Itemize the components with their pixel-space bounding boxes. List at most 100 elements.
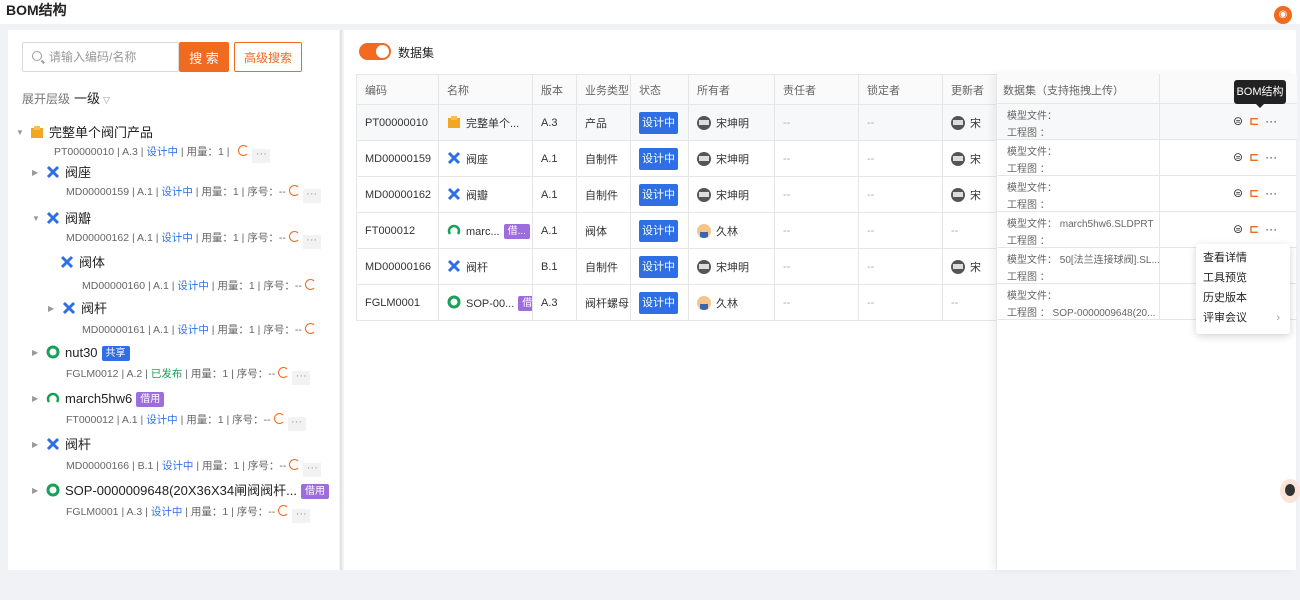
caret-down-icon[interactable]: ▼ — [32, 210, 40, 228]
tree-node-usage: | 用量：1 | 序号：-- — [185, 506, 276, 518]
avatar — [697, 223, 711, 238]
download-icon[interactable]: ⊜ — [1233, 114, 1243, 128]
menu-item-tool-preview[interactable]: 工具预览 — [1196, 268, 1290, 288]
status-text: 设计中 — [146, 414, 178, 426]
tree-node-meta: MD00000160 | A.1 | — [82, 280, 175, 292]
expand-level-select[interactable]: 展开层级 一级 ▽ — [22, 88, 110, 107]
bom-structure-icon[interactable]: ⊏ — [1249, 186, 1259, 200]
refresh-icon[interactable] — [278, 505, 290, 516]
drawing-file[interactable]: 工程图 ： — [1007, 232, 1050, 247]
panel-splitter[interactable] — [340, 30, 342, 570]
caret-right-icon[interactable]: ▶ — [32, 436, 38, 454]
search-button[interactable]: 搜 索 — [179, 42, 229, 72]
more-icon[interactable]: ··· — [1265, 186, 1277, 200]
refresh-icon[interactable] — [288, 231, 300, 242]
refresh-icon[interactable] — [288, 185, 300, 196]
cell-locker: -- — [858, 104, 943, 141]
borrow-tag: 借用 — [136, 392, 165, 407]
column-header[interactable]: 编码 — [356, 74, 439, 105]
model-file[interactable]: 模型文件： march5hw6.SLDPRT — [1007, 215, 1154, 230]
cell-owner: 宋坤明 — [716, 117, 749, 130]
model-file[interactable]: 模型文件： — [1007, 143, 1057, 158]
model-file[interactable]: 模型文件： 50[法兰连接球阀].SL... — [1007, 251, 1160, 266]
menu-item-label: 查看详情 — [1203, 252, 1247, 264]
model-file[interactable]: 模型文件： — [1007, 179, 1057, 194]
more-icon[interactable]: ··· — [1265, 114, 1277, 128]
dataset-toggle[interactable] — [359, 43, 391, 60]
dataset-row[interactable]: 模型文件： march5hw6.SLDPRT 工程图 ： ⊜ ⊏ ··· — [997, 212, 1297, 248]
download-icon[interactable]: ⊜ — [1233, 150, 1243, 164]
status-text: 设计中 — [161, 232, 193, 244]
search-input[interactable]: 请输入编码/名称 — [22, 42, 179, 72]
advanced-search-button[interactable]: 高级搜索 — [234, 42, 302, 72]
caret-right-icon[interactable]: ▶ — [32, 482, 38, 500]
column-header[interactable]: 责任者 — [774, 74, 859, 105]
cell-name[interactable]: 阀杆 — [466, 262, 488, 274]
drawing-file[interactable]: 工程图 ： — [1007, 196, 1050, 211]
bom-structure-icon[interactable]: ⊏ — [1249, 222, 1259, 236]
assistant-avatar-icon[interactable] — [1280, 479, 1300, 503]
column-header[interactable]: 版本 — [532, 74, 577, 105]
column-header[interactable]: 状态 — [630, 74, 689, 105]
more-icon[interactable]: ··· — [292, 509, 311, 523]
dataset-row[interactable]: 模型文件： 工程图 ： ⊜ ⊏ ··· — [997, 176, 1297, 212]
caret-down-icon[interactable]: ▼ — [16, 124, 24, 142]
menu-item-review-meeting[interactable]: 评审会议 › — [1196, 308, 1290, 328]
caret-right-icon[interactable]: ▶ — [32, 164, 38, 182]
cell-code: FT000012 — [356, 212, 439, 249]
tree-node-title: march5hw6 — [65, 391, 133, 406]
bom-structure-icon[interactable]: ⊏ — [1249, 114, 1259, 128]
caret-right-icon[interactable]: ▶ — [32, 344, 38, 362]
more-icon[interactable]: ··· — [252, 149, 271, 163]
column-header[interactable]: 锁定者 — [858, 74, 943, 105]
cell-name[interactable]: marc... — [466, 226, 500, 238]
cell-name[interactable]: SOP-00... — [466, 298, 514, 310]
dataset-row[interactable]: 模型文件： 工程图 ： ⊜ ⊏ ··· — [997, 140, 1297, 176]
download-icon[interactable]: ⊜ — [1233, 186, 1243, 200]
more-icon[interactable]: ··· — [303, 463, 322, 477]
cell-responsible: -- — [774, 176, 859, 213]
model-file[interactable]: 模型文件： — [1007, 287, 1057, 302]
tree-node-title: nut30 — [65, 345, 98, 360]
column-header[interactable]: 名称 — [438, 74, 533, 105]
caret-right-icon[interactable]: ▶ — [32, 390, 38, 408]
cell-owner: 久林 — [716, 225, 738, 238]
drawing-file[interactable]: 工程图 ： — [1007, 268, 1050, 283]
drawing-file[interactable]: 工程图 ： SOP-0000009648(20... — [1007, 304, 1155, 319]
more-icon[interactable]: ··· — [287, 417, 306, 431]
menu-item-view-details[interactable]: 查看详情 — [1196, 248, 1290, 268]
column-header[interactable]: 所有者 — [688, 74, 775, 105]
menu-item-label: 评审会议 — [1203, 312, 1247, 324]
menu-item-label: 历史版本 — [1203, 292, 1247, 304]
refresh-icon[interactable] — [304, 323, 316, 334]
status-text: 设计中 — [146, 146, 178, 158]
more-icon[interactable]: ··· — [302, 235, 321, 249]
status-text: 设计中 — [161, 460, 194, 472]
bom-structure-icon[interactable]: ⊏ — [1249, 150, 1259, 164]
app-badge-icon[interactable]: ◉ — [1274, 6, 1292, 24]
more-icon[interactable]: ··· — [302, 189, 321, 203]
dataset-toggle-label: 数据集 — [398, 46, 435, 60]
tree-node-meta: MD00000166 | B.1 | — [66, 460, 160, 472]
more-icon[interactable]: ··· — [1265, 150, 1277, 164]
cell-name[interactable]: 阀座 — [466, 154, 488, 166]
model-file[interactable]: 模型文件： — [1007, 107, 1057, 122]
menu-item-history[interactable]: 历史版本 — [1196, 288, 1290, 308]
refresh-icon[interactable] — [238, 145, 250, 156]
drawing-file[interactable]: 工程图 ： — [1007, 124, 1050, 139]
cell-code: MD00000162 — [356, 176, 439, 213]
refresh-icon[interactable] — [278, 367, 290, 378]
drawing-file[interactable]: 工程图 ： — [1007, 160, 1050, 175]
more-icon[interactable]: ··· — [1265, 222, 1277, 236]
refresh-icon[interactable] — [273, 413, 285, 424]
avatar — [697, 115, 711, 130]
refresh-icon[interactable] — [304, 279, 316, 290]
download-icon[interactable]: ⊜ — [1233, 222, 1243, 236]
cell-name[interactable]: 阀瓣 — [466, 190, 488, 202]
cell-name[interactable]: 完整单个... — [466, 118, 519, 130]
column-header[interactable]: 业务类型 — [576, 74, 631, 105]
caret-right-icon[interactable]: ▶ — [48, 300, 54, 318]
refresh-icon[interactable] — [289, 459, 301, 470]
dataset-row[interactable]: 模型文件： 工程图 ： ⊜ ⊏ ··· — [997, 104, 1297, 140]
more-icon[interactable]: ··· — [292, 371, 311, 385]
